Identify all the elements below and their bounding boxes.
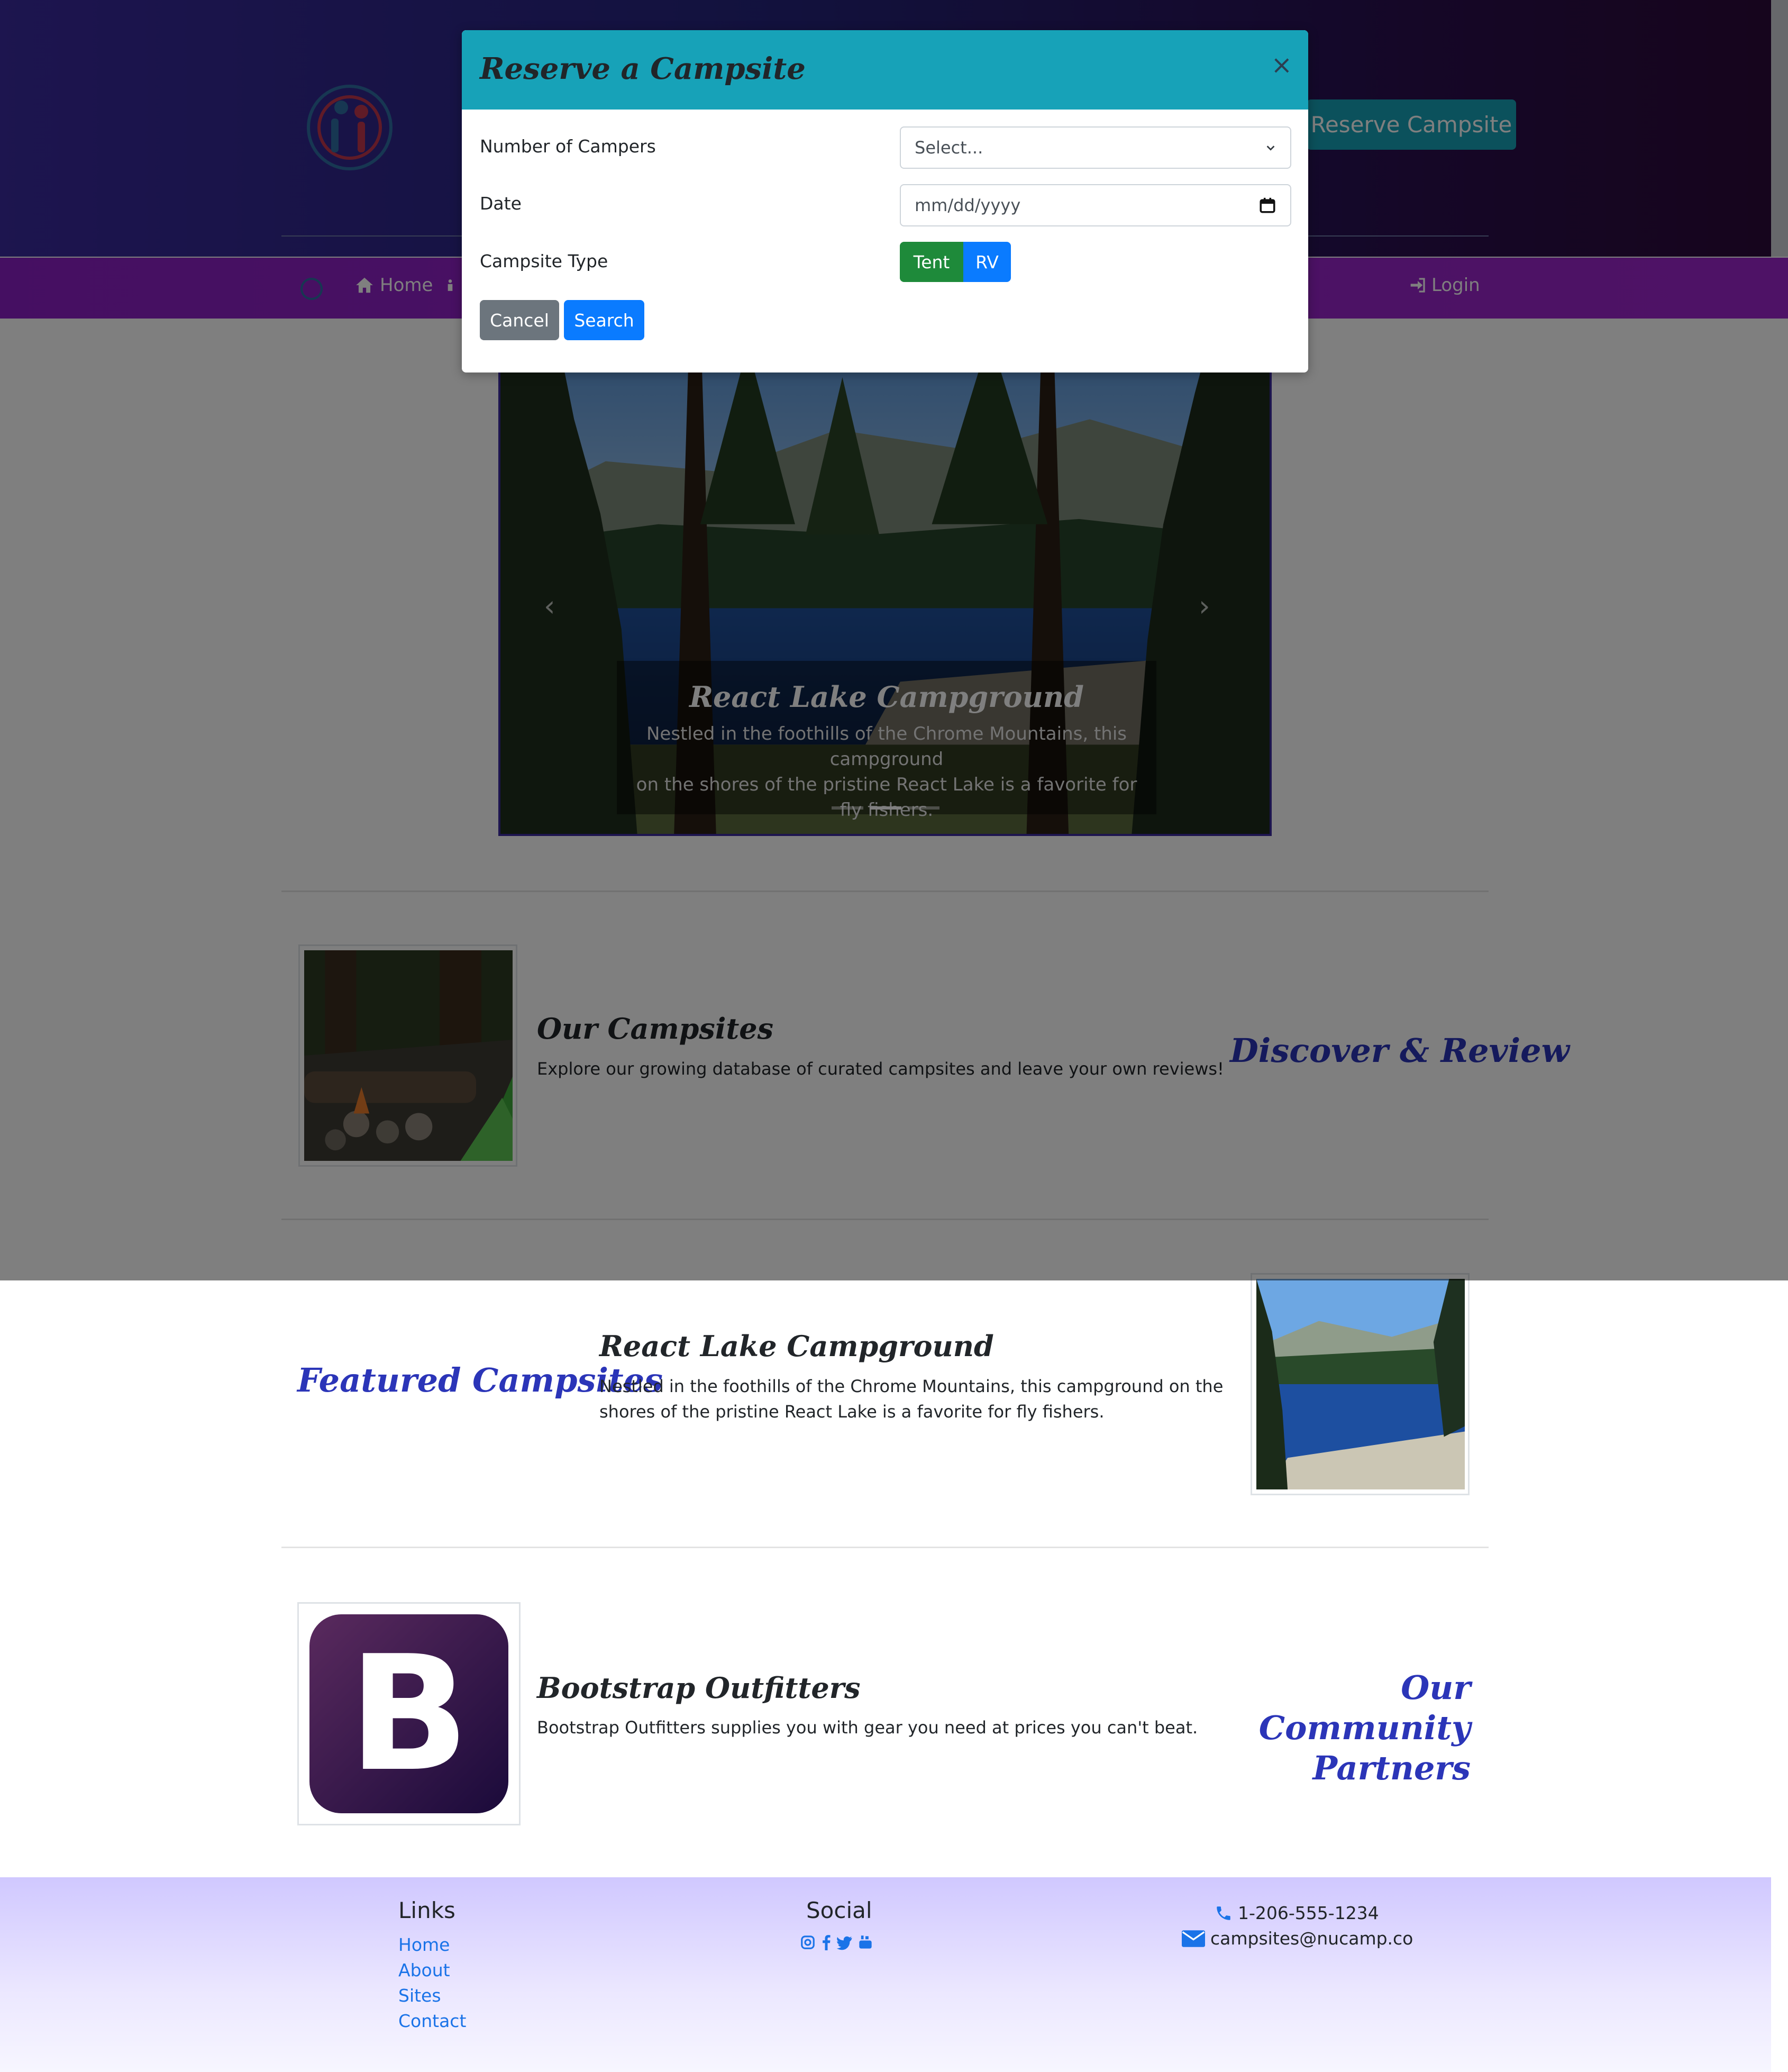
- youtube-icon[interactable]: [858, 1934, 873, 1950]
- campsite-type-label: Campsite Type: [480, 251, 608, 271]
- chevron-down-icon: [1266, 146, 1275, 151]
- tent-toggle-button[interactable]: Tent: [900, 242, 963, 282]
- campers-label: Number of Campers: [480, 136, 656, 157]
- footer-link-contact[interactable]: Contact: [398, 2011, 466, 2031]
- featured-text-line2: shores of the pristine React Lake is a f…: [599, 1402, 1105, 1422]
- rv-toggle-button[interactable]: RV: [963, 242, 1011, 282]
- footer-phone[interactable]: 1-206-555-1234: [1215, 1903, 1379, 1923]
- bootstrap-logo-letter: B: [348, 1621, 470, 1806]
- phone-icon: [1217, 1906, 1230, 1920]
- footer-social-heading: Social: [806, 1897, 872, 1923]
- campers-select[interactable]: Select...: [900, 126, 1291, 169]
- social-icons: [800, 1934, 873, 1950]
- campers-select-value: Select...: [915, 138, 983, 158]
- twitter-icon[interactable]: [837, 1934, 853, 1950]
- partner-text: Bootstrap Outfitters supplies you with g…: [537, 1717, 1198, 1738]
- modal-header: Reserve a Campsite ×: [462, 30, 1308, 110]
- featured-thumbnail: [1251, 1273, 1470, 1495]
- footer-link-sites[interactable]: Sites: [398, 1985, 441, 2006]
- envelope-icon: [1182, 1930, 1205, 1947]
- modal-title: Reserve a Campsite: [480, 51, 806, 86]
- featured-title: React Lake Campground: [599, 1329, 994, 1363]
- date-label: Date: [480, 193, 522, 214]
- community-partners-line1: Our Community: [1258, 1668, 1471, 1747]
- cancel-button[interactable]: Cancel: [480, 300, 559, 340]
- partner-title: Bootstrap Outfitters: [537, 1671, 861, 1705]
- bootstrap-logo-icon: B: [309, 1614, 508, 1813]
- footer-phone-text: 1-206-555-1234: [1238, 1903, 1379, 1923]
- site-footer: Links Home About Sites Contact Social 1-…: [0, 1877, 1771, 2072]
- footer-links-heading: Links: [398, 1897, 455, 1923]
- footer-link-about[interactable]: About: [398, 1960, 450, 1980]
- footer-email-text: campsites@nucamp.co: [1210, 1928, 1413, 1949]
- facebook-icon[interactable]: [821, 1934, 832, 1950]
- date-input[interactable]: mm/dd/yyyy: [900, 184, 1291, 226]
- community-partners-line2: Partners: [1312, 1749, 1471, 1787]
- section-divider: [281, 1547, 1489, 1548]
- reserve-campsite-modal: Reserve a Campsite × Number of Campers S…: [462, 30, 1308, 372]
- search-button[interactable]: Search: [564, 300, 644, 340]
- page-edge: [1771, 1877, 1788, 2072]
- featured-text-line1: Nestled in the foothills of the Chrome M…: [599, 1376, 1224, 1396]
- calendar-icon[interactable]: [1258, 196, 1276, 214]
- footer-link-home[interactable]: Home: [398, 1934, 450, 1955]
- lake-image: [1256, 1279, 1465, 1489]
- community-partners-heading: Our Community Partners: [1217, 1668, 1471, 1788]
- partner-logo: B: [297, 1602, 521, 1825]
- instagram-icon[interactable]: [800, 1934, 816, 1950]
- footer-email[interactable]: campsites@nucamp.co: [1182, 1928, 1413, 1949]
- close-icon[interactable]: ×: [1271, 50, 1292, 80]
- date-input-placeholder: mm/dd/yyyy: [915, 195, 1021, 215]
